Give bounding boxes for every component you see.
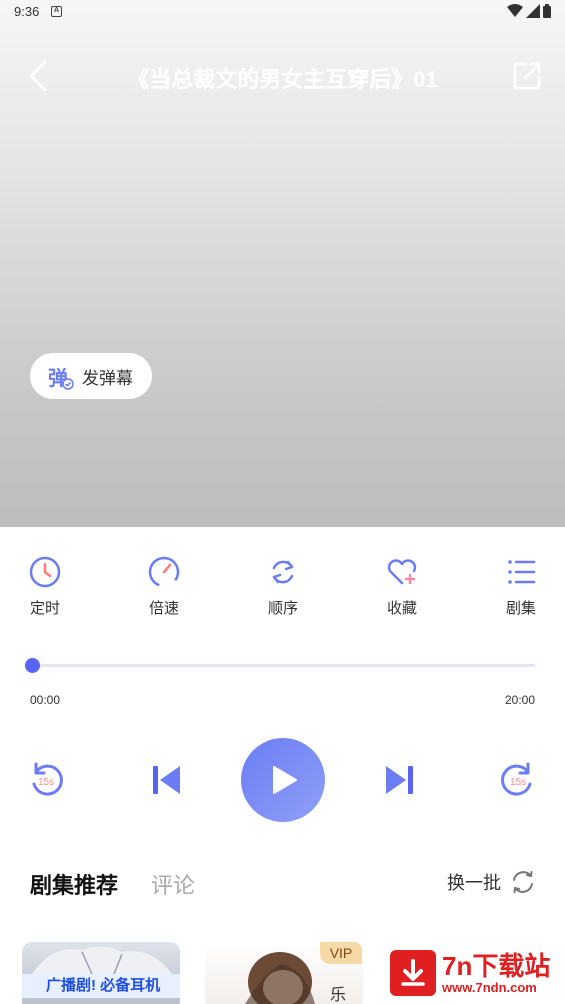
total-time: 20:00 bbox=[504, 693, 535, 707]
speed-label: 倍速 bbox=[148, 600, 179, 617]
playback-row: 15s 15s bbox=[0, 738, 565, 822]
refresh-label: 换一批 bbox=[447, 873, 501, 893]
cover-banner: 广播剧! 必备耳机 bbox=[22, 974, 180, 998]
vip-badge: VIP bbox=[320, 942, 362, 964]
download-icon bbox=[390, 950, 436, 996]
heart-plus-icon bbox=[387, 559, 417, 585]
wifi-icon bbox=[507, 4, 523, 17]
notification-a-icon: A bbox=[51, 6, 62, 17]
tab-recommended[interactable]: 剧集推荐 bbox=[30, 868, 118, 900]
share-icon bbox=[513, 62, 541, 90]
page-title: 《当总裁文的男女主互穿后》01 bbox=[127, 67, 438, 92]
danmaku-label: 发弹幕 bbox=[82, 368, 133, 388]
speedometer-icon bbox=[148, 556, 180, 588]
rewind-icon: 15s bbox=[32, 762, 63, 796]
battery-icon bbox=[543, 4, 551, 18]
current-time: 00:00 bbox=[30, 693, 61, 707]
player-controls-row: 定时 倍速 顺序 收藏 剧集 bbox=[0, 555, 565, 625]
svg-text:乐: 乐 bbox=[330, 986, 346, 1004]
list-icon bbox=[508, 560, 536, 584]
episodes-label: 剧集 bbox=[505, 600, 536, 617]
forward-15-button[interactable]: 15s bbox=[498, 760, 538, 800]
favorite-label: 收藏 bbox=[386, 600, 417, 617]
tab-comments[interactable]: 评论 bbox=[151, 868, 195, 900]
chevron-left-icon bbox=[29, 60, 47, 92]
top-bar: 《当总裁文的男女主互穿后》01 bbox=[0, 50, 565, 104]
order-control[interactable]: 顺序 bbox=[243, 555, 323, 618]
favorite-control[interactable]: 收藏 bbox=[362, 555, 442, 618]
skip-next-icon bbox=[386, 766, 413, 794]
skip-previous-icon bbox=[153, 766, 180, 794]
tab-bar: 剧集推荐 评论 换一批 bbox=[0, 860, 565, 906]
timer-label: 定时 bbox=[29, 600, 60, 617]
signal-icon bbox=[526, 4, 540, 18]
previous-button[interactable] bbox=[146, 760, 186, 800]
video-area[interactable]: 9:36 A 《当总裁文的男女主互穿后》01 弹 发弹幕 bbox=[0, 0, 565, 527]
refresh-icon bbox=[513, 871, 533, 893]
speed-control[interactable]: 倍速 bbox=[124, 555, 204, 618]
status-time: 9:36 bbox=[14, 4, 40, 19]
danmaku-icon: 弹 bbox=[46, 362, 74, 390]
repeat-icon bbox=[272, 560, 294, 584]
rewind-15-button[interactable]: 15s bbox=[26, 760, 66, 800]
forward-label: 15s bbox=[510, 777, 526, 788]
next-button[interactable] bbox=[380, 760, 420, 800]
order-label: 顺序 bbox=[267, 600, 298, 617]
play-icon bbox=[273, 766, 297, 794]
back-button[interactable] bbox=[20, 58, 56, 94]
timer-control[interactable]: 定时 bbox=[5, 555, 85, 618]
refresh-button[interactable]: 换一批 bbox=[447, 868, 537, 896]
clock-icon bbox=[29, 556, 61, 588]
send-danmaku-button[interactable]: 弹 发弹幕 bbox=[30, 353, 152, 399]
fast-forward-icon: 15s bbox=[501, 762, 532, 796]
watermark-title: 7n下载站 bbox=[442, 951, 551, 981]
status-icons bbox=[507, 4, 551, 18]
watermark-url: www.7ndn.com bbox=[442, 980, 537, 995]
share-button[interactable] bbox=[509, 58, 545, 94]
cover-art-image bbox=[32, 946, 172, 975]
play-button[interactable] bbox=[241, 738, 325, 822]
rewind-label: 15s bbox=[38, 777, 54, 788]
recommendation-card[interactable]: 广播剧! 必备耳机 bbox=[22, 942, 180, 1004]
episodes-control[interactable]: 剧集 bbox=[481, 555, 561, 618]
progress-thumb[interactable] bbox=[25, 658, 40, 673]
status-bar: 9:36 A bbox=[0, 0, 565, 24]
watermark-logo: 7n下载站 www.7ndn.com bbox=[380, 930, 565, 1004]
progress-bar[interactable] bbox=[25, 658, 535, 673]
